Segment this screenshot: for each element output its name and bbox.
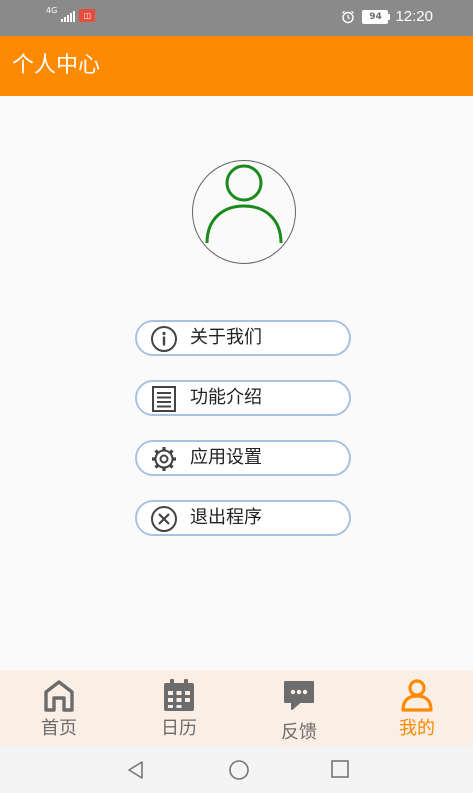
alarm-icon xyxy=(342,10,355,23)
tab-home[interactable]: 首页 xyxy=(14,670,104,746)
tab-feedback[interactable]: 反馈 xyxy=(254,670,344,746)
home-circle-icon[interactable] xyxy=(228,760,250,782)
tab-calendar-label: 日历 xyxy=(161,718,197,739)
close-circle-icon xyxy=(151,506,177,532)
avatar[interactable] xyxy=(192,160,296,264)
gear-icon xyxy=(152,447,176,471)
app-settings-button[interactable]: 应用设置 xyxy=(135,440,351,476)
tab-home-label: 首页 xyxy=(41,718,77,739)
exit-app-button[interactable]: 退出程序 xyxy=(135,500,351,536)
tab-mine-label: 我的 xyxy=(399,718,435,739)
clock: 12:20 xyxy=(395,8,433,25)
document-list-icon xyxy=(152,386,176,412)
tab-mine[interactable]: 我的 xyxy=(372,670,462,746)
chat-bubble-icon xyxy=(284,681,314,710)
feature-intro-label: 功能介绍 xyxy=(190,387,262,408)
battery-indicator: 94 xyxy=(362,9,391,24)
back-icon[interactable] xyxy=(126,760,146,780)
feature-intro-button[interactable]: 功能介绍 xyxy=(135,380,351,416)
about-us-button[interactable]: 关于我们 xyxy=(135,320,351,356)
tab-feedback-label: 反馈 xyxy=(281,722,317,743)
tab-calendar[interactable]: 日历 xyxy=(134,670,224,746)
info-icon xyxy=(151,326,177,352)
signal-icon xyxy=(61,10,76,22)
app-bar: 个人中心 xyxy=(0,36,473,96)
status-right: 94 12:20 xyxy=(341,8,433,25)
system-nav-bar xyxy=(0,746,473,793)
notification-app-icon: ◫ xyxy=(79,9,96,22)
recents-icon[interactable] xyxy=(330,760,350,780)
person-avatar-icon xyxy=(205,164,283,244)
app-settings-label: 应用设置 xyxy=(190,447,262,468)
exit-app-label: 退出程序 xyxy=(190,507,262,528)
about-us-label: 关于我们 xyxy=(190,327,262,348)
status-bar: 4G ◫ 94 12:20 xyxy=(0,0,473,36)
calendar-icon xyxy=(164,679,194,711)
network-type-label: 4G xyxy=(46,5,58,15)
bottom-nav: 首页 日历 反馈 我的 xyxy=(0,670,473,746)
person-icon xyxy=(401,679,433,712)
page-title: 个人中心 xyxy=(12,53,101,78)
home-icon xyxy=(44,680,74,712)
status-left: 4G ◫ xyxy=(46,5,96,22)
